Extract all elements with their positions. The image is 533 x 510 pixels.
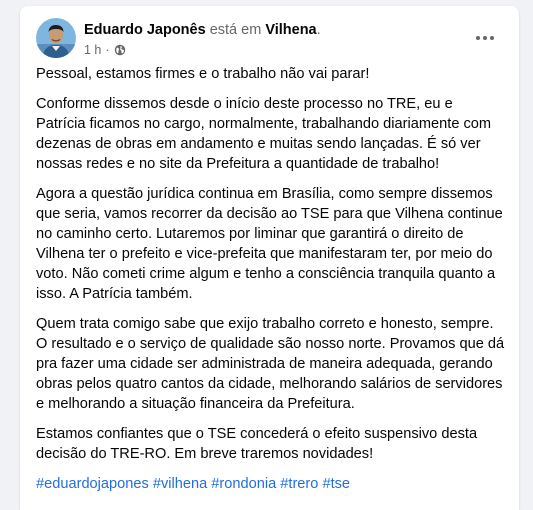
hashtag-link[interactable]: #rondonia xyxy=(211,476,276,492)
post-paragraph: Pessoal, estamos firmes e o trabalho não… xyxy=(36,66,370,82)
hashtag-link[interactable]: #vilhena xyxy=(153,476,207,492)
post-header: Eduardo Japonês está em Vilhena. 1 h · xyxy=(36,16,503,60)
globe-icon[interactable] xyxy=(114,44,126,56)
post-card: Eduardo Japonês está em Vilhena. 1 h · P… xyxy=(20,6,519,510)
hashtag-link[interactable]: #trero xyxy=(280,476,318,492)
hashtag-list: #eduardojapones #vilhena #rondonia #trer… xyxy=(36,474,505,494)
post-paragraph: Quem trata comigo sabe que exijo trabalh… xyxy=(36,316,505,412)
post-meta: 1 h · xyxy=(84,43,126,57)
author-name[interactable]: Eduardo Japonês xyxy=(84,22,206,38)
avatar-image xyxy=(36,18,76,58)
connector-text: está em xyxy=(205,22,266,38)
post-timestamp[interactable]: 1 h xyxy=(84,43,101,57)
location-link[interactable]: Vilhena xyxy=(265,22,316,38)
author-line: Eduardo Japonês está em Vilhena. xyxy=(84,22,321,38)
hashtag-link[interactable]: #eduardojapones xyxy=(36,476,149,492)
more-options-button[interactable] xyxy=(467,20,503,56)
post-paragraph: Conforme dissemos desde o início deste p… xyxy=(36,96,492,172)
more-horizontal-icon xyxy=(475,35,495,41)
post-paragraph: Agora a questão jurídica continua em Bra… xyxy=(36,186,503,302)
meta-separator: · xyxy=(105,43,110,57)
post-paragraph: Estamos confiantes que o TSE concederá o… xyxy=(36,426,478,462)
hashtag-link[interactable]: #tse xyxy=(322,476,350,492)
author-avatar[interactable] xyxy=(36,18,76,58)
post-body: Pessoal, estamos firmes e o trabalho não… xyxy=(36,64,505,504)
trailing-dot: . xyxy=(316,22,321,38)
